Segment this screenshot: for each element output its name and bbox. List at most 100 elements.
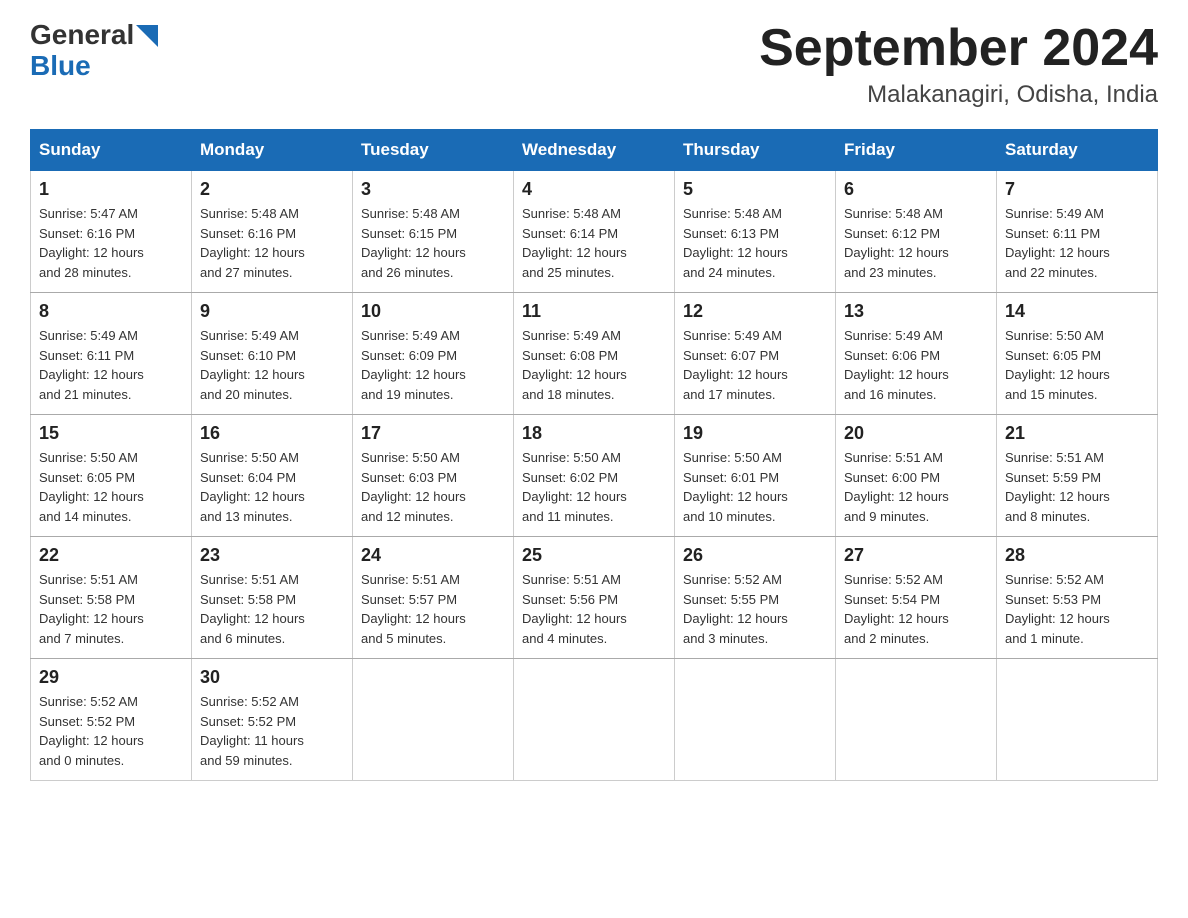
week-row-1: 1 Sunrise: 5:47 AMSunset: 6:16 PMDayligh… — [31, 171, 1158, 293]
calendar-cell: 9 Sunrise: 5:49 AMSunset: 6:10 PMDayligh… — [192, 293, 353, 415]
weekday-header-monday: Monday — [192, 130, 353, 171]
day-info: Sunrise: 5:49 AMSunset: 6:10 PMDaylight:… — [200, 328, 305, 402]
weekday-header-thursday: Thursday — [675, 130, 836, 171]
calendar-cell: 27 Sunrise: 5:52 AMSunset: 5:54 PMDaylig… — [836, 537, 997, 659]
logo: General Blue — [30, 20, 158, 82]
calendar-cell: 8 Sunrise: 5:49 AMSunset: 6:11 PMDayligh… — [31, 293, 192, 415]
calendar-cell: 23 Sunrise: 5:51 AMSunset: 5:58 PMDaylig… — [192, 537, 353, 659]
calendar-cell — [997, 659, 1158, 781]
day-number: 13 — [844, 301, 988, 322]
day-number: 2 — [200, 179, 344, 200]
day-number: 19 — [683, 423, 827, 444]
calendar-cell: 20 Sunrise: 5:51 AMSunset: 6:00 PMDaylig… — [836, 415, 997, 537]
day-number: 27 — [844, 545, 988, 566]
day-info: Sunrise: 5:50 AMSunset: 6:02 PMDaylight:… — [522, 450, 627, 524]
weekday-header-friday: Friday — [836, 130, 997, 171]
calendar-cell: 21 Sunrise: 5:51 AMSunset: 5:59 PMDaylig… — [997, 415, 1158, 537]
day-number: 20 — [844, 423, 988, 444]
weekday-header-row: SundayMondayTuesdayWednesdayThursdayFrid… — [31, 130, 1158, 171]
day-info: Sunrise: 5:48 AMSunset: 6:12 PMDaylight:… — [844, 206, 949, 280]
day-info: Sunrise: 5:52 AMSunset: 5:53 PMDaylight:… — [1005, 572, 1110, 646]
day-info: Sunrise: 5:52 AMSunset: 5:55 PMDaylight:… — [683, 572, 788, 646]
day-info: Sunrise: 5:50 AMSunset: 6:04 PMDaylight:… — [200, 450, 305, 524]
calendar-cell — [353, 659, 514, 781]
calendar-cell: 16 Sunrise: 5:50 AMSunset: 6:04 PMDaylig… — [192, 415, 353, 537]
calendar-table: SundayMondayTuesdayWednesdayThursdayFrid… — [30, 129, 1158, 781]
day-info: Sunrise: 5:52 AMSunset: 5:54 PMDaylight:… — [844, 572, 949, 646]
calendar-cell: 26 Sunrise: 5:52 AMSunset: 5:55 PMDaylig… — [675, 537, 836, 659]
day-info: Sunrise: 5:51 AMSunset: 5:59 PMDaylight:… — [1005, 450, 1110, 524]
logo-arrow-icon — [136, 25, 158, 47]
day-number: 5 — [683, 179, 827, 200]
week-row-2: 8 Sunrise: 5:49 AMSunset: 6:11 PMDayligh… — [31, 293, 1158, 415]
day-number: 26 — [683, 545, 827, 566]
calendar-cell: 25 Sunrise: 5:51 AMSunset: 5:56 PMDaylig… — [514, 537, 675, 659]
day-number: 10 — [361, 301, 505, 322]
day-number: 29 — [39, 667, 183, 688]
day-number: 8 — [39, 301, 183, 322]
logo-general-text: General — [30, 20, 134, 51]
day-info: Sunrise: 5:48 AMSunset: 6:16 PMDaylight:… — [200, 206, 305, 280]
day-info: Sunrise: 5:51 AMSunset: 5:58 PMDaylight:… — [200, 572, 305, 646]
day-info: Sunrise: 5:47 AMSunset: 6:16 PMDaylight:… — [39, 206, 144, 280]
day-number: 30 — [200, 667, 344, 688]
day-info: Sunrise: 5:51 AMSunset: 5:58 PMDaylight:… — [39, 572, 144, 646]
calendar-cell: 13 Sunrise: 5:49 AMSunset: 6:06 PMDaylig… — [836, 293, 997, 415]
weekday-header-wednesday: Wednesday — [514, 130, 675, 171]
week-row-3: 15 Sunrise: 5:50 AMSunset: 6:05 PMDaylig… — [31, 415, 1158, 537]
calendar-cell: 24 Sunrise: 5:51 AMSunset: 5:57 PMDaylig… — [353, 537, 514, 659]
calendar-cell: 1 Sunrise: 5:47 AMSunset: 6:16 PMDayligh… — [31, 171, 192, 293]
day-number: 6 — [844, 179, 988, 200]
calendar-cell: 18 Sunrise: 5:50 AMSunset: 6:02 PMDaylig… — [514, 415, 675, 537]
day-number: 4 — [522, 179, 666, 200]
weekday-header-sunday: Sunday — [31, 130, 192, 171]
weekday-header-tuesday: Tuesday — [353, 130, 514, 171]
calendar-cell: 2 Sunrise: 5:48 AMSunset: 6:16 PMDayligh… — [192, 171, 353, 293]
day-number: 15 — [39, 423, 183, 444]
day-info: Sunrise: 5:49 AMSunset: 6:11 PMDaylight:… — [39, 328, 144, 402]
week-row-5: 29 Sunrise: 5:52 AMSunset: 5:52 PMDaylig… — [31, 659, 1158, 781]
day-info: Sunrise: 5:48 AMSunset: 6:15 PMDaylight:… — [361, 206, 466, 280]
day-number: 14 — [1005, 301, 1149, 322]
calendar-cell: 15 Sunrise: 5:50 AMSunset: 6:05 PMDaylig… — [31, 415, 192, 537]
day-number: 25 — [522, 545, 666, 566]
calendar-cell — [836, 659, 997, 781]
calendar-cell: 28 Sunrise: 5:52 AMSunset: 5:53 PMDaylig… — [997, 537, 1158, 659]
day-number: 9 — [200, 301, 344, 322]
calendar-cell: 6 Sunrise: 5:48 AMSunset: 6:12 PMDayligh… — [836, 171, 997, 293]
calendar-cell: 7 Sunrise: 5:49 AMSunset: 6:11 PMDayligh… — [997, 171, 1158, 293]
day-info: Sunrise: 5:50 AMSunset: 6:05 PMDaylight:… — [39, 450, 144, 524]
day-number: 1 — [39, 179, 183, 200]
calendar-cell: 22 Sunrise: 5:51 AMSunset: 5:58 PMDaylig… — [31, 537, 192, 659]
calendar-cell: 14 Sunrise: 5:50 AMSunset: 6:05 PMDaylig… — [997, 293, 1158, 415]
logo-blue-text: Blue — [30, 51, 91, 82]
day-number: 16 — [200, 423, 344, 444]
calendar-cell: 29 Sunrise: 5:52 AMSunset: 5:52 PMDaylig… — [31, 659, 192, 781]
day-info: Sunrise: 5:50 AMSunset: 6:01 PMDaylight:… — [683, 450, 788, 524]
day-number: 3 — [361, 179, 505, 200]
calendar-cell — [514, 659, 675, 781]
day-number: 28 — [1005, 545, 1149, 566]
day-info: Sunrise: 5:48 AMSunset: 6:14 PMDaylight:… — [522, 206, 627, 280]
day-info: Sunrise: 5:52 AMSunset: 5:52 PMDaylight:… — [39, 694, 144, 768]
day-number: 24 — [361, 545, 505, 566]
day-info: Sunrise: 5:50 AMSunset: 6:05 PMDaylight:… — [1005, 328, 1110, 402]
calendar-cell: 4 Sunrise: 5:48 AMSunset: 6:14 PMDayligh… — [514, 171, 675, 293]
day-info: Sunrise: 5:48 AMSunset: 6:13 PMDaylight:… — [683, 206, 788, 280]
day-info: Sunrise: 5:49 AMSunset: 6:08 PMDaylight:… — [522, 328, 627, 402]
day-number: 7 — [1005, 179, 1149, 200]
calendar-cell: 5 Sunrise: 5:48 AMSunset: 6:13 PMDayligh… — [675, 171, 836, 293]
weekday-header-saturday: Saturday — [997, 130, 1158, 171]
day-number: 22 — [39, 545, 183, 566]
day-number: 18 — [522, 423, 666, 444]
header: General Blue September 2024 Malakanagiri… — [30, 20, 1158, 109]
day-info: Sunrise: 5:49 AMSunset: 6:07 PMDaylight:… — [683, 328, 788, 402]
calendar-cell — [675, 659, 836, 781]
day-number: 12 — [683, 301, 827, 322]
day-info: Sunrise: 5:49 AMSunset: 6:11 PMDaylight:… — [1005, 206, 1110, 280]
day-info: Sunrise: 5:50 AMSunset: 6:03 PMDaylight:… — [361, 450, 466, 524]
calendar-cell: 30 Sunrise: 5:52 AMSunset: 5:52 PMDaylig… — [192, 659, 353, 781]
title-area: September 2024 Malakanagiri, Odisha, Ind… — [759, 20, 1158, 109]
calendar-cell: 10 Sunrise: 5:49 AMSunset: 6:09 PMDaylig… — [353, 293, 514, 415]
week-row-4: 22 Sunrise: 5:51 AMSunset: 5:58 PMDaylig… — [31, 537, 1158, 659]
